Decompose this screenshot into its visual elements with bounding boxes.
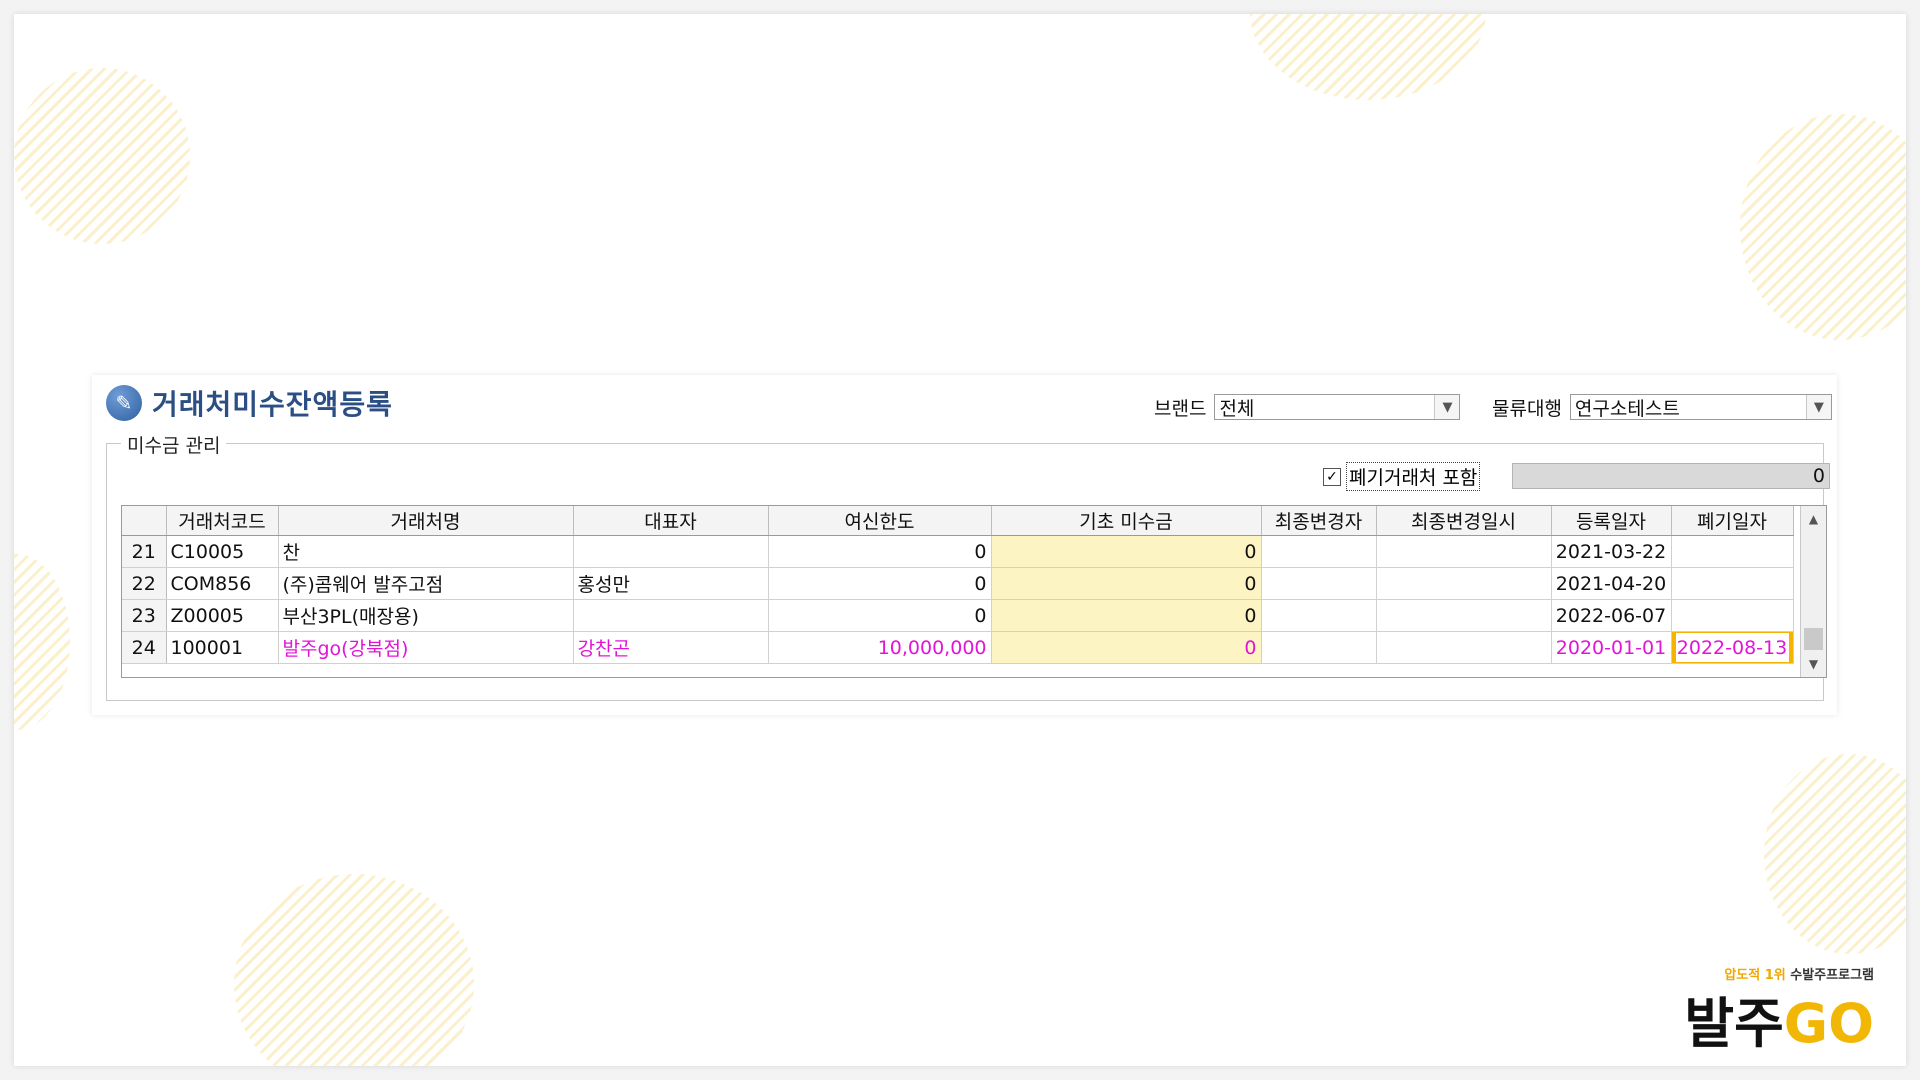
column-header-rownum [122,506,167,536]
cell-reg-date[interactable]: 2021-03-22 [1551,535,1672,568]
cell-changed-at[interactable] [1376,567,1552,600]
cell-name[interactable]: 발주go(강북점) [278,631,574,664]
decorative-circle [14,68,190,244]
cell-credit[interactable]: 0 [768,599,992,632]
logo-tagline-rest: 수발주프로그램 [1790,968,1874,983]
logo-name-korean: 발주 [1684,992,1784,1055]
cell-code[interactable]: Z00005 [166,599,279,632]
cell-changer[interactable] [1261,631,1377,664]
logo-wordmark: 발주GO [1684,994,1874,1054]
cell-base[interactable]: 0 [991,631,1262,664]
decorative-circle [1740,114,1906,340]
include-discarded-label[interactable]: 폐기거래처 포함 [1346,462,1481,491]
cell-base[interactable]: 0 [991,599,1262,632]
column-header-discard-date[interactable]: 폐기일자 [1671,506,1794,536]
chevron-down-icon[interactable]: ▼ [1801,653,1826,675]
row-number: 23 [122,599,167,632]
receivable-group: 미수금 관리 ✓ 폐기거래처 포함 0 거래처코드 거래처명 대표자 여신한도 … [106,431,1830,701]
column-header-base[interactable]: 기초 미수금 [991,506,1262,536]
cell-changer[interactable] [1261,535,1377,568]
decorative-circle [1764,754,1906,954]
decorative-circle [234,874,474,1066]
cell-ceo[interactable]: 홍성만 [573,567,769,600]
decorative-circle [1250,14,1486,100]
table-row-discarded[interactable]: 24 100001 발주go(강북점) 강찬곤 10,000,000 0 202… [122,631,1794,664]
brand-filter: 브랜드 전체 ▼ [1154,393,1461,421]
decorative-circle [14,554,70,730]
column-header-changed-at[interactable]: 최종변경일시 [1376,506,1552,536]
cell-base[interactable]: 0 [991,567,1262,600]
chevron-up-icon[interactable]: ▲ [1801,508,1826,530]
cell-credit[interactable]: 0 [768,567,992,600]
receivable-registration-window: ✎ 거래처미수잔액등록 브랜드 전체 ▼ 물류대행 연구소테스트 ▼ 미수금 관… [92,375,1837,715]
cell-code[interactable]: COM856 [166,567,279,600]
pencil-icon: ✎ [106,385,142,421]
brand-select[interactable]: 전체 ▼ [1214,394,1461,420]
cell-changer[interactable] [1261,567,1377,600]
discard-date-value: 2022-08-13 [1676,636,1788,659]
cell-reg-date[interactable]: 2021-04-20 [1551,567,1672,600]
cell-changed-at[interactable] [1376,631,1552,664]
window-title-bar: ✎ 거래처미수잔액등록 [106,383,393,423]
table-header-row: 거래처코드 거래처명 대표자 여신한도 기초 미수금 최종변경자 최종변경일시 … [122,506,1794,536]
table-row[interactable]: 23 Z00005 부산3PL(매장용) 0 0 2022-06-07 [122,599,1794,632]
cell-changer[interactable] [1261,599,1377,632]
cell-reg-date[interactable]: 2022-06-07 [1551,599,1672,632]
logo-tagline-highlight: 압도적 1위 [1724,968,1786,983]
row-number: 21 [122,535,167,568]
cell-credit[interactable]: 10,000,000 [768,631,992,664]
cell-reg-date[interactable]: 2020-01-01 [1551,631,1672,664]
scrollbar-thumb[interactable] [1804,628,1823,650]
vertical-scrollbar[interactable]: ▲ ▼ [1800,506,1826,677]
cell-code[interactable]: C10005 [166,535,279,568]
cell-discard-date[interactable] [1671,567,1794,600]
include-discarded-toggle[interactable]: ✓ 폐기거래처 포함 [1323,462,1481,491]
column-header-credit[interactable]: 여신한도 [768,506,992,536]
table-row[interactable]: 22 COM856 (주)콤웨어 발주고점 홍성만 0 0 2021-04-20 [122,567,1794,600]
count-display: 0 [1512,463,1830,489]
row-number: 24 [122,631,167,664]
chevron-down-icon[interactable]: ▼ [1805,395,1831,419]
receivable-grid: 거래처코드 거래처명 대표자 여신한도 기초 미수금 최종변경자 최종변경일시 … [121,505,1827,678]
logistics-select-value: 연구소테스트 [1574,397,1680,420]
cell-changed-at[interactable] [1376,535,1552,568]
cell-name[interactable]: 찬 [278,535,574,568]
cell-name[interactable]: 부산3PL(매장용) [278,599,574,632]
cell-changed-at[interactable] [1376,599,1552,632]
column-header-code[interactable]: 거래처코드 [166,506,279,536]
logistics-label: 물류대행 [1492,397,1562,420]
column-header-ceo[interactable]: 대표자 [573,506,769,536]
group-legend: 미수금 관리 [121,431,227,458]
cell-discard-date[interactable] [1671,599,1794,632]
brand-label: 브랜드 [1154,397,1207,420]
table-row[interactable]: 21 C10005 찬 0 0 2021-03-22 [122,535,1794,568]
cell-ceo[interactable]: 강찬곤 [573,631,769,664]
brand-select-value: 전체 [1219,397,1255,420]
column-header-reg-date[interactable]: 등록일자 [1551,506,1672,536]
logistics-select[interactable]: 연구소테스트 ▼ [1569,394,1832,420]
logistics-filter: 물류대행 연구소테스트 ▼ [1492,393,1832,421]
cell-discard-date[interactable] [1671,535,1794,568]
cell-code[interactable]: 100001 [166,631,279,664]
cell-name[interactable]: (주)콤웨어 발주고점 [278,567,574,600]
cell-ceo[interactable] [573,535,769,568]
logo-tagline: 압도적 1위 수발주프로그램 [1724,964,1874,983]
receivable-table: 거래처코드 거래처명 대표자 여신한도 기초 미수금 최종변경자 최종변경일시 … [122,506,1794,664]
logo-name-latin: GO [1783,992,1874,1055]
cell-discard-date-highlighted[interactable]: 2022-08-13 [1671,631,1794,664]
column-header-changer[interactable]: 최종변경자 [1261,506,1377,536]
column-header-name[interactable]: 거래처명 [278,506,574,536]
balju-go-logo: 압도적 1위 수발주프로그램 발주GO [1680,964,1880,1054]
row-number: 22 [122,567,167,600]
window-title: 거래처미수잔액등록 [152,388,393,421]
cell-base[interactable]: 0 [991,535,1262,568]
cell-ceo[interactable] [573,599,769,632]
chevron-down-icon[interactable]: ▼ [1434,395,1460,419]
include-discarded-checkbox[interactable]: ✓ [1323,467,1341,486]
cell-credit[interactable]: 0 [768,535,992,568]
slide-canvas: ✎ 거래처미수잔액등록 브랜드 전체 ▼ 물류대행 연구소테스트 ▼ 미수금 관… [14,14,1906,1066]
